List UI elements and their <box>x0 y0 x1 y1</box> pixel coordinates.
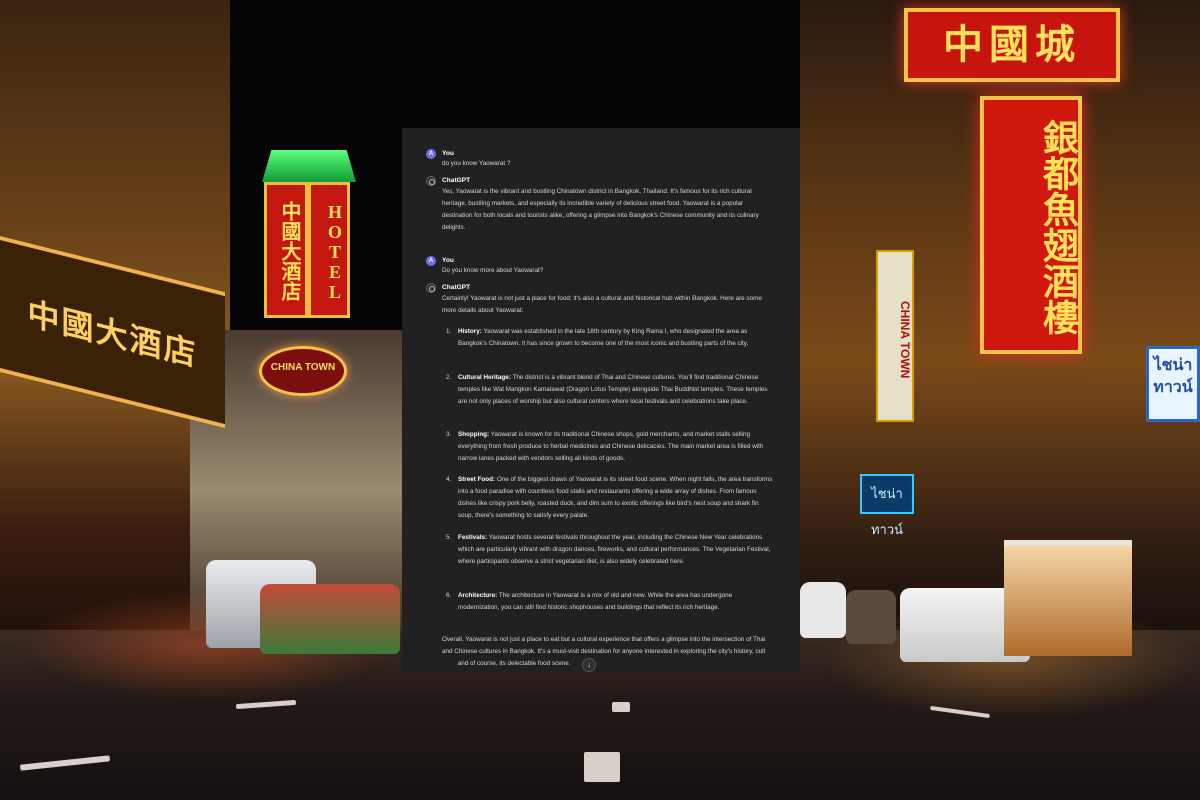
hotel-green-roof <box>262 150 356 182</box>
chinatown-oval-sign: CHINA TOWN <box>259 346 347 396</box>
user-avatar-icon: A <box>426 149 436 159</box>
hotel-english-sign: HOTEL <box>308 182 350 318</box>
list-heading: Architecture: <box>458 592 498 599</box>
list-heading: Street Food: <box>458 476 496 483</box>
chatgpt-logo-icon <box>426 283 436 293</box>
outro-text: Overall, Yaowarat is not just a place to… <box>442 636 766 655</box>
restaurant-neon-sign: 銀都魚翅酒樓 <box>980 96 1082 354</box>
list-number: 6. <box>446 592 452 599</box>
chat-conversation-panel[interactable]: A You do you know Yaowarat ? ChatGPT Yes… <box>402 128 800 672</box>
list-number: 3. <box>446 431 452 438</box>
outro-text-end: and of course, its delectable food scene… <box>457 659 571 667</box>
parked-van <box>800 582 846 638</box>
street-food-stall <box>1004 540 1132 656</box>
list-number: 2. <box>446 374 452 381</box>
hotel-chinese-sign: 中國大酒店 <box>264 182 308 318</box>
message-intro[interactable]: Certainly! Yaowarat is not just a place … <box>442 293 774 317</box>
road-marking <box>612 702 630 712</box>
list-number: 1. <box>446 328 452 335</box>
message-outro[interactable]: Overall, Yaowarat is not just a place to… <box>442 634 774 670</box>
chatgpt-logo-icon <box>426 176 436 186</box>
message-text[interactable]: do you know Yaowarat ? <box>442 158 774 170</box>
list-number: 5. <box>446 534 452 541</box>
list-heading: Cultural Heritage: <box>458 374 511 381</box>
taxi-car <box>260 584 400 654</box>
user-avatar-icon: A <box>426 256 436 266</box>
list-text: The architecture in Yaowarat is a mix of… <box>458 592 733 611</box>
road-marking <box>584 752 620 782</box>
chinatown-vertical-sign: CHINA TOWN <box>876 250 914 422</box>
list-text: Yaowarat hosts several festivals through… <box>458 534 771 565</box>
list-heading: Festivals: <box>458 534 488 541</box>
list-text: Yaowarat is known for its traditional Ch… <box>458 431 764 462</box>
thai-blue-sign: ไชน่าทาวน์ <box>1146 346 1200 422</box>
list-text: One of the biggest draws of Yaowarat is … <box>458 476 773 519</box>
scroll-to-bottom-button[interactable]: ↓ <box>582 658 596 672</box>
message-text[interactable]: Do you know more about Yaowarat? <box>442 265 774 277</box>
list-heading: Shopping: <box>458 431 490 438</box>
list-text: Yaowarat was established in the late 18t… <box>458 328 749 347</box>
list-number: 4. <box>446 476 452 483</box>
thai-shop-sign: ไชน่าทาวน์ <box>860 474 914 537</box>
message-text[interactable]: Yes, Yaowarat is the vibrant and bustlin… <box>442 186 774 234</box>
chinatown-neon-sign: 中國城 <box>904 8 1120 82</box>
tuk-tuk <box>846 590 896 644</box>
list-heading: History: <box>458 328 482 335</box>
